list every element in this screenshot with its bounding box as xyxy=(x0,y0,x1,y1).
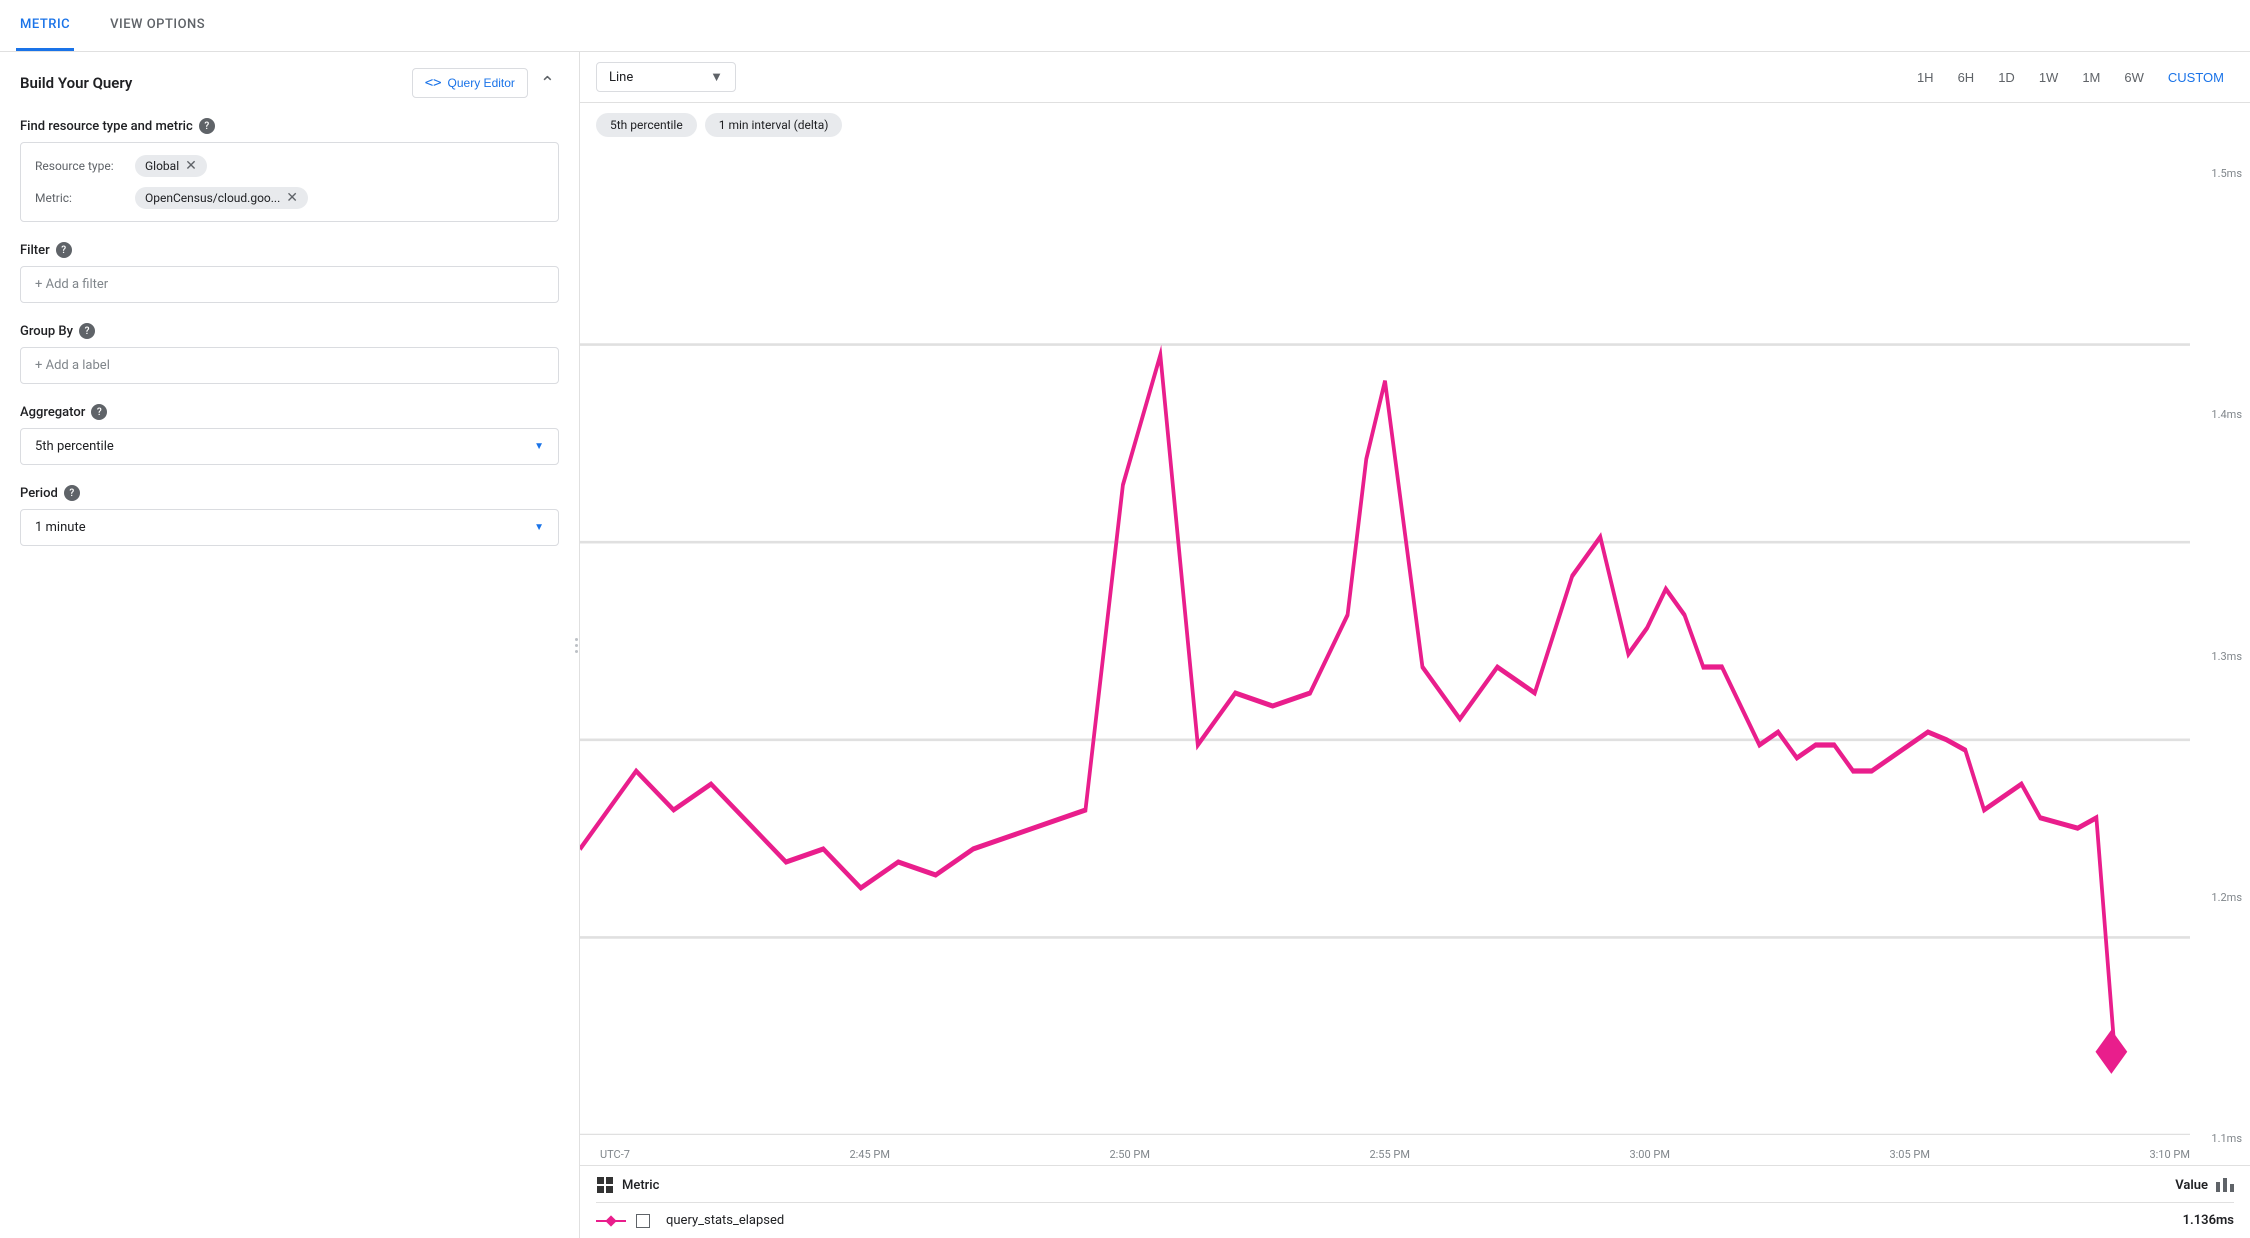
period-select[interactable]: 1 minute ▼ xyxy=(20,509,559,546)
period-section: Period ? 1 minute ▼ xyxy=(20,485,559,546)
build-query-title: Build Your Query xyxy=(20,74,132,92)
legend-line-svg xyxy=(596,1215,626,1227)
resource-type-value: Global xyxy=(145,159,179,173)
legend-header: Metric Value xyxy=(596,1176,2234,1203)
query-editor-button[interactable]: <> Query Editor xyxy=(412,68,528,98)
y-label-5: 1.1ms xyxy=(2211,1132,2242,1145)
chart-type-select[interactable]: Line ▼ xyxy=(596,62,736,92)
period-dropdown-icon: ▼ xyxy=(534,522,544,533)
filter-chips-bar: 5th percentile 1 min interval (delta) xyxy=(580,103,2250,147)
aggregator-section-title: Aggregator ? xyxy=(20,404,559,420)
resource-type-chip[interactable]: Global ✕ xyxy=(135,155,207,177)
legend-value-col-label: Value xyxy=(2175,1178,2234,1193)
aggregator-section: Aggregator ? 5th percentile ▼ xyxy=(20,404,559,465)
legend-metric-value: 1.136ms xyxy=(2183,1213,2234,1228)
legend-row-0: query_stats_elapsed 1.136ms xyxy=(596,1203,2234,1228)
filter-chip-percentile[interactable]: 5th percentile xyxy=(596,113,697,137)
resource-section: Find resource type and metric ? Resource… xyxy=(20,118,559,222)
time-btn-1d[interactable]: 1D xyxy=(1988,64,2025,91)
tab-view-options[interactable]: VIEW OPTIONS xyxy=(106,1,209,51)
aggregator-select[interactable]: 5th percentile ▼ xyxy=(20,428,559,465)
period-value: 1 minute xyxy=(35,520,86,535)
group-by-section-title: Group By ? xyxy=(20,323,559,339)
legend-line-icon xyxy=(596,1215,626,1227)
metric-chip[interactable]: OpenCensus/cloud.goo... ✕ xyxy=(135,187,308,209)
y-label-4: 1.2ms xyxy=(2211,891,2242,904)
legend-metric-col-label: Metric xyxy=(596,1176,659,1194)
x-label-5: 3:05 PM xyxy=(1889,1148,1929,1161)
resize-dots xyxy=(575,638,578,653)
x-label-2: 2:50 PM xyxy=(1109,1148,1149,1161)
resource-box: Resource type: Global ✕ Metric: OpenCens… xyxy=(20,142,559,222)
chart-controls: Line ▼ 1H 6H 1D 1W 1M 6W CUSTOM xyxy=(580,52,2250,103)
tab-metric[interactable]: METRIC xyxy=(16,1,74,51)
resource-help-icon[interactable]: ? xyxy=(199,118,215,134)
group-by-help-icon[interactable]: ? xyxy=(79,323,95,339)
y-label-2: 1.4ms xyxy=(2211,408,2242,421)
right-panel: Line ▼ 1H 6H 1D 1W 1M 6W CUSTOM 5th perc… xyxy=(580,52,2250,1238)
time-btn-1h[interactable]: 1H xyxy=(1907,64,1944,91)
left-panel: Build Your Query <> Query Editor ⌃ Find … xyxy=(0,52,580,1238)
time-btn-6w[interactable]: 6W xyxy=(2114,64,2154,91)
chart-legend: Metric Value xyxy=(580,1165,2250,1238)
aggregator-help-icon[interactable]: ? xyxy=(91,404,107,420)
x-label-4: 3:00 PM xyxy=(1629,1148,1669,1161)
x-label-1: 2:45 PM xyxy=(849,1148,889,1161)
period-help-icon[interactable]: ? xyxy=(64,485,80,501)
time-btn-6h[interactable]: 6H xyxy=(1948,64,1985,91)
resource-type-label: Resource type: xyxy=(35,159,125,173)
build-query-header: Build Your Query <> Query Editor ⌃ xyxy=(20,68,559,98)
filter-section-title: Filter ? xyxy=(20,242,559,258)
metric-row: Metric: OpenCensus/cloud.goo... ✕ xyxy=(35,187,544,209)
metric-label: Metric: xyxy=(35,191,125,205)
time-btn-1m[interactable]: 1M xyxy=(2072,64,2110,91)
time-btn-custom[interactable]: CUSTOM xyxy=(2158,64,2234,91)
aggregator-value: 5th percentile xyxy=(35,439,114,454)
y-axis: 1.5ms 1.4ms 1.3ms 1.2ms 1.1ms xyxy=(2211,147,2242,1165)
x-axis: UTC-7 2:45 PM 2:50 PM 2:55 PM 3:00 PM 3:… xyxy=(600,1148,2190,1161)
tab-bar: METRIC VIEW OPTIONS xyxy=(0,0,2250,52)
add-filter-input[interactable]: + Add a filter xyxy=(20,266,559,303)
time-buttons: 1H 6H 1D 1W 1M 6W CUSTOM xyxy=(1907,64,2234,91)
column-chart-icon xyxy=(2216,1178,2234,1192)
chart-type-label: Line xyxy=(609,70,633,85)
period-section-title: Period ? xyxy=(20,485,559,501)
main-layout: Build Your Query <> Query Editor ⌃ Find … xyxy=(0,52,2250,1238)
y-label-3: 1.3ms xyxy=(2211,650,2242,663)
filter-chip-interval[interactable]: 1 min interval (delta) xyxy=(705,113,843,137)
x-label-0: UTC-7 xyxy=(600,1148,630,1161)
chart-type-dropdown-icon: ▼ xyxy=(710,69,723,85)
y-label-1: 1.5ms xyxy=(2211,167,2242,180)
time-btn-1w[interactable]: 1W xyxy=(2029,64,2069,91)
collapse-button[interactable]: ⌃ xyxy=(536,69,559,98)
chart-area: 1.5ms 1.4ms 1.3ms 1.2ms 1.1ms UTC-7 2:45… xyxy=(580,147,2250,1165)
group-by-section: Group By ? + Add a label xyxy=(20,323,559,384)
metric-value: OpenCensus/cloud.goo... xyxy=(145,191,280,205)
grid-icon xyxy=(596,1176,614,1194)
chart-svg xyxy=(580,147,2190,1135)
x-label-3: 2:55 PM xyxy=(1369,1148,1409,1161)
legend-metric-name: query_stats_elapsed xyxy=(666,1213,2173,1228)
legend-checkbox-icon[interactable] xyxy=(636,1214,650,1228)
x-label-6: 3:10 PM xyxy=(2149,1148,2189,1161)
resource-section-title: Find resource type and metric ? xyxy=(20,118,559,134)
resize-handle[interactable] xyxy=(573,52,579,1238)
code-icon: <> xyxy=(425,75,442,91)
add-label-input[interactable]: + Add a label xyxy=(20,347,559,384)
resource-type-close-icon[interactable]: ✕ xyxy=(185,159,197,173)
aggregator-dropdown-icon: ▼ xyxy=(534,441,544,452)
query-editor-label: Query Editor xyxy=(448,76,515,90)
filter-section: Filter ? + Add a filter xyxy=(20,242,559,303)
filter-help-icon[interactable]: ? xyxy=(56,242,72,258)
metric-close-icon[interactable]: ✕ xyxy=(286,191,298,205)
resource-type-row: Resource type: Global ✕ xyxy=(35,155,544,177)
